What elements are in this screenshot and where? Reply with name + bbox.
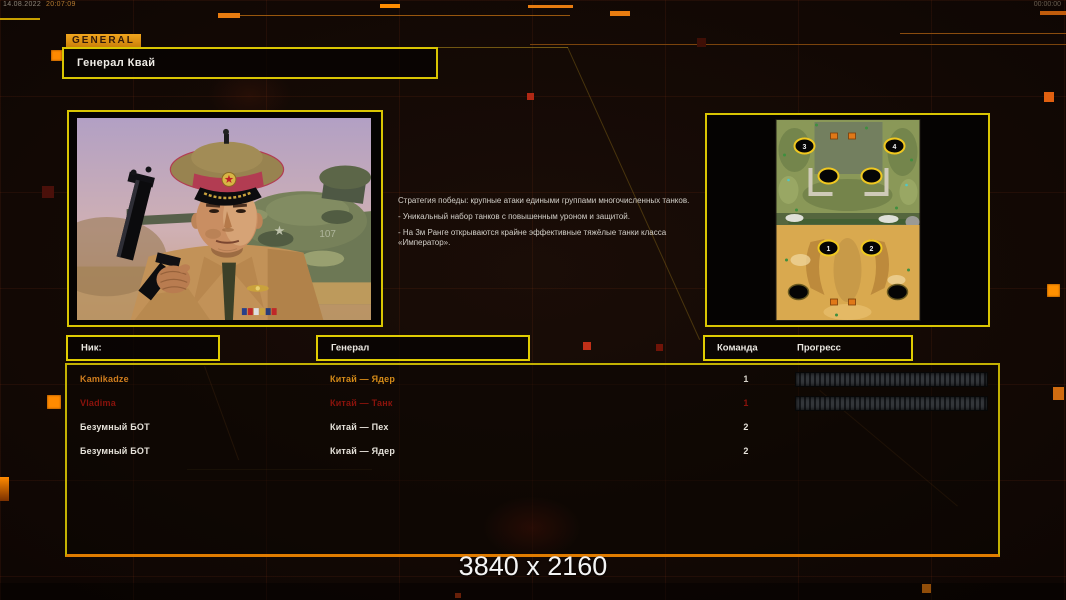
decor-line	[530, 44, 1066, 45]
player-row[interactable]: Безумный БОТ Китай — Пех 2	[67, 415, 998, 439]
decor-square	[527, 93, 534, 100]
player-progress-bar	[795, 372, 988, 387]
decor-square	[1053, 387, 1064, 400]
nick-header-label: Ник:	[81, 343, 102, 354]
start-position-2: 2	[869, 246, 873, 253]
nick-header-box: Ник:	[66, 335, 220, 361]
time-label: 20:07:09	[46, 1, 76, 8]
player-nick: Безумный БОТ	[80, 422, 150, 432]
portrait-panel: ★ 107	[67, 110, 383, 327]
resolution-label: 3840 x 2160	[0, 551, 1066, 582]
team-progress-header-box: Команда Прогресс	[703, 335, 913, 361]
player-row[interactable]: Vladima Китай — Танк 1	[67, 391, 998, 415]
date-label: 14.08.2022	[3, 1, 41, 8]
player-team: 2	[726, 446, 766, 456]
datetime-overlay: 14.08.2022 20:07:09	[3, 1, 76, 8]
general-portrait: ★ 107	[77, 118, 371, 320]
start-position-4: 4	[892, 144, 896, 151]
minimap: 3 4 1 2	[776, 120, 919, 320]
decor-square	[656, 344, 663, 351]
decor-line	[230, 15, 570, 16]
player-general: Китай — Танк	[330, 398, 393, 408]
decor-line	[437, 47, 568, 48]
start-position-3: 3	[802, 144, 806, 151]
player-general: Китай — Ядер	[330, 446, 395, 456]
decor-square	[583, 342, 591, 350]
general-header-label: Генерал	[331, 343, 369, 354]
decor-square	[1044, 92, 1054, 102]
players-panel: Kamikadze Китай — Ядер 1 Vladima Китай — Тан…	[65, 363, 1000, 557]
decor-square	[218, 13, 240, 18]
strategy-line: Стратегия победы: крупные атаки едиными …	[398, 196, 698, 205]
decor-line	[0, 18, 40, 20]
decor-square	[42, 186, 54, 198]
decor-diagonal	[567, 47, 700, 340]
progress-header-label: Прогресс	[797, 343, 841, 354]
game-lobby-screen: 14.08.202220:07:09 00:00:00 GENERAL Гене…	[0, 0, 1066, 600]
match-timer: 00:00:00	[1034, 1, 1061, 8]
decor-line	[900, 33, 1066, 34]
decor-line	[380, 4, 400, 8]
bottom-shade	[0, 583, 1066, 600]
strategy-description: Стратегия победы: крупные атаки едиными …	[398, 196, 698, 254]
player-team: 1	[726, 374, 766, 384]
general-header-box: Генерал	[316, 335, 530, 361]
decor-square	[0, 477, 9, 501]
player-team: 1	[726, 398, 766, 408]
decor-square	[610, 11, 630, 16]
decor-square	[1047, 284, 1060, 297]
decor-square	[697, 38, 706, 47]
player-nick: Vladima	[80, 398, 116, 408]
player-general: Китай — Пех	[330, 422, 389, 432]
player-row[interactable]: Безумный БОТ Китай — Ядер 2	[67, 439, 998, 463]
svg-text:107: 107	[319, 229, 336, 240]
strategy-line: - На 3м Ранге открываются крайне эффекти…	[398, 228, 698, 246]
general-name: Генерал Квай	[77, 57, 155, 69]
players-table: Kamikadze Китай — Ядер 1 Vladima Китай — Тан…	[67, 365, 998, 554]
decor-line	[528, 5, 573, 8]
player-nick: Kamikadze	[80, 374, 129, 384]
player-progress-bar	[795, 396, 988, 411]
decor-square	[47, 395, 61, 409]
decor-square	[51, 50, 62, 61]
svg-text:★: ★	[274, 223, 286, 238]
start-position-1: 1	[826, 246, 830, 253]
decor-square	[922, 584, 931, 593]
strategy-line: - Уникальный набор танков с повышенным у…	[398, 212, 698, 221]
team-header-label: Команда	[717, 343, 758, 354]
decor-square	[455, 593, 461, 598]
general-name-box: Генерал Квай	[62, 47, 438, 79]
player-team: 2	[726, 422, 766, 432]
minimap-panel: 3 4 1 2	[705, 113, 990, 327]
player-general: Китай — Ядер	[330, 374, 395, 384]
player-row[interactable]: Kamikadze Китай — Ядер 1	[67, 367, 998, 391]
player-nick: Безумный БОТ	[80, 446, 150, 456]
decor-square	[1040, 11, 1066, 15]
